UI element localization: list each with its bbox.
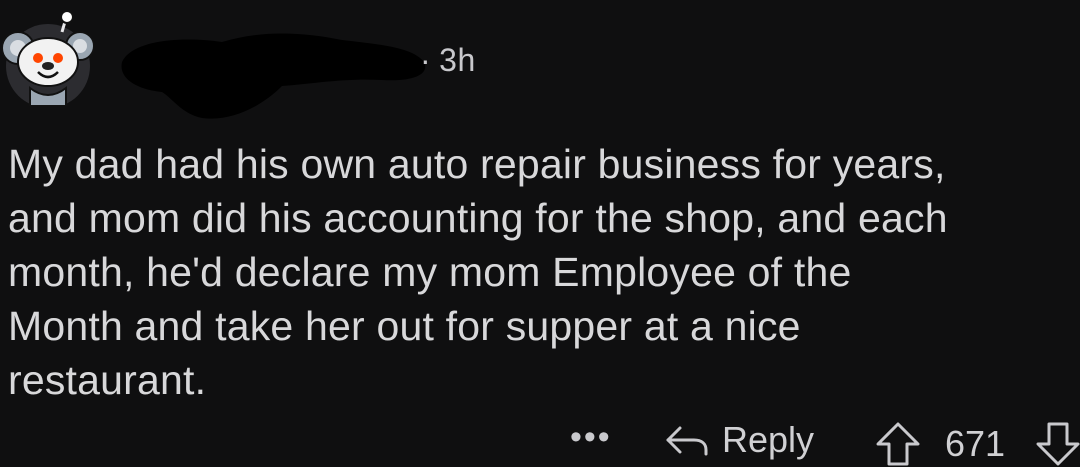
reply-label: Reply [722, 419, 815, 460]
reply-button[interactable]: Reply [664, 414, 814, 466]
downvote-button[interactable] [1034, 420, 1080, 467]
snoo-avatar-icon [1, 10, 95, 108]
comment-line: restaurant. [8, 357, 207, 403]
timestamp-separator: · [420, 42, 432, 78]
vote-score: 671 [945, 423, 1006, 464]
upvote-arrow-icon [876, 422, 920, 466]
timestamp: 3h [439, 42, 476, 78]
comment-line: Month and take her out for supper at a n… [8, 303, 801, 349]
comment-line: month, he'd declare my mom Employee of t… [8, 249, 852, 295]
upvote-button[interactable] [874, 420, 922, 467]
more-options-icon: ••• [570, 418, 612, 456]
comment-screen: · 3h My dad had his own auto repair busin… [0, 0, 1080, 467]
comment-body: My dad had his own auto repair business … [8, 137, 1068, 407]
comment-line: and mom did his accounting for the shop,… [8, 195, 948, 241]
reply-arrow-icon [666, 426, 708, 456]
downvote-arrow-icon [1036, 422, 1080, 466]
user-avatar[interactable] [0, 10, 96, 108]
redacted-username [121, 33, 426, 119]
more-options-button[interactable]: ••• [570, 420, 612, 454]
comment-meta: · 3h [420, 42, 476, 79]
comment-action-bar: ••• Reply 671 [0, 412, 1080, 467]
comment-line: My dad had his own auto repair business … [8, 141, 946, 187]
